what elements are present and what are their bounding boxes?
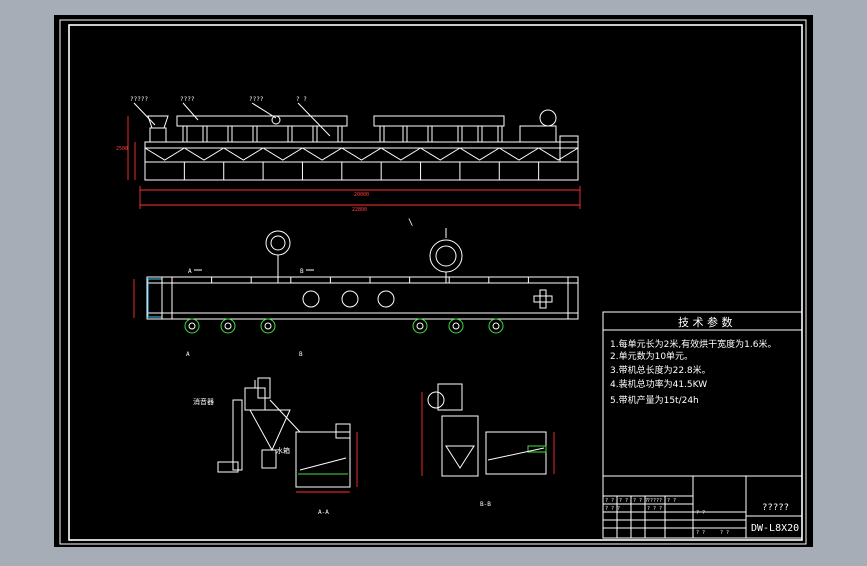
tb-cell-1: ? ? [605, 498, 614, 504]
tech-param-4: 4.装机总功率为41.5KW [610, 378, 707, 390]
tb-cell-2: ? ? [619, 498, 628, 504]
tb-cell-9: ? ? [696, 530, 705, 536]
label-water-tank: 水箱 [276, 446, 290, 455]
tb-cell-3: ? ? ? [633, 498, 648, 504]
model-space-background [54, 15, 813, 547]
section-a-mark-top: A [188, 268, 192, 275]
tb-cell-8: ? ? [696, 510, 705, 516]
stray-mark: \ [408, 218, 413, 228]
tb-cell-4: ????? [647, 498, 662, 504]
cad-viewport: 22800 20000 2500 ????? ???? ???? ? ? \ A… [0, 0, 867, 562]
label-silencer: 消音器 [193, 397, 214, 406]
callout-1: ????? [130, 96, 148, 103]
cad-drawing: 22800 20000 2500 ????? ???? ???? ? ? \ A… [54, 15, 813, 547]
tech-param-2: 2.单元数为10单元。 [610, 350, 693, 362]
dim-total: 22800 [352, 207, 367, 213]
callout-3: ???? [249, 96, 264, 103]
tech-param-3: 3.带机总长度为22.8米。 [610, 364, 711, 376]
callout-4: ? ? [296, 96, 307, 103]
tb-cell-10: ? ? [720, 530, 729, 536]
dim-inner: 20000 [354, 192, 369, 198]
section-b-mark-top: B [300, 268, 304, 275]
dim-height: 2500 [116, 146, 128, 152]
section-a-label: A-A [318, 509, 329, 516]
section-b-mark-bottom: B [299, 351, 303, 358]
title-block-code: DW-L8X20 [751, 523, 799, 534]
tb-cell-7: ? ? ? [647, 506, 662, 512]
tech-params-heading: 技 术 参 数 [678, 315, 733, 329]
callout-2: ???? [180, 96, 195, 103]
tech-param-1: 1.每单元长为2米,有效烘干宽度为1.6米。 [610, 338, 777, 350]
tb-cell-6: ? ? ? [605, 506, 620, 512]
tech-param-5: 5.带机产量为15t/24h [610, 394, 699, 406]
tb-cell-5: ? ? [667, 498, 676, 504]
title-block-name: ????? [762, 503, 789, 513]
section-a-mark-bottom: A [186, 351, 190, 358]
section-b-label: B-B [480, 501, 491, 508]
